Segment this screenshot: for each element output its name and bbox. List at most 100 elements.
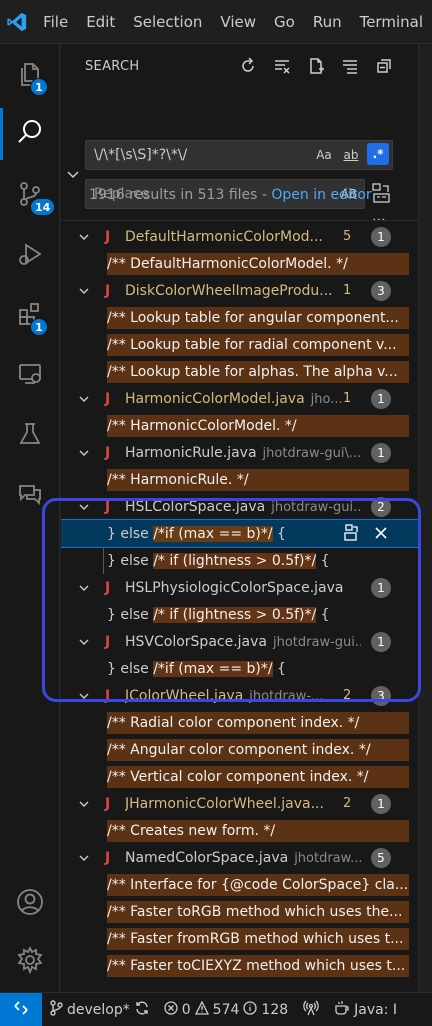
modified-count: 1: [343, 391, 352, 406]
result-match-row[interactable]: /** Lookup table for angular component..…: [61, 304, 418, 331]
remote-explorer-icon: [16, 360, 44, 392]
java-status-text: Java: I: [354, 1001, 398, 1018]
replace-icon[interactable]: [343, 524, 361, 542]
info-icon: [243, 1000, 258, 1019]
view-as-tree-icon[interactable]: [338, 54, 362, 78]
result-file-row[interactable]: J NamedColorSpace.java jhotdraw... 5: [61, 844, 418, 871]
accounts-button[interactable]: [0, 874, 60, 934]
result-match-row[interactable]: } else /* if (lightness > 0.5f)*/ {: [61, 601, 418, 628]
run-debug-button[interactable]: [0, 226, 60, 286]
match-text: /** HarmonicColorModel. */: [107, 414, 409, 437]
ports-status[interactable]: [295, 1000, 327, 1020]
chevron-down-icon[interactable]: [77, 230, 91, 244]
remote-explorer-button[interactable]: [0, 346, 60, 406]
explorer-button[interactable]: 1: [0, 46, 60, 106]
extensions-button[interactable]: 1: [0, 286, 60, 346]
result-match-row[interactable]: } else /*if (max == b)*/ {: [61, 519, 418, 548]
open-in-editor-link[interactable]: Open in editor: [271, 187, 371, 203]
result-file-row[interactable]: J DefaultHarmonicColorMod... 5 1: [61, 223, 418, 250]
run-debug-icon: [16, 240, 44, 272]
result-file-row[interactable]: J HSLPhysiologicColorSpace.java 1: [61, 574, 418, 601]
chevron-down-icon[interactable]: [77, 581, 91, 595]
menu-selection[interactable]: Selection: [124, 0, 211, 44]
result-file-row[interactable]: J JColorWheel.java jhotdraw-... 2 3: [61, 682, 418, 709]
match-prefix: } else: [107, 552, 154, 569]
chevron-down-icon[interactable]: [77, 284, 91, 298]
chevron-down-icon[interactable]: [77, 446, 91, 460]
status-bar: develop* 0 574 128 Java: I: [0, 992, 432, 1026]
result-match-row[interactable]: /** HarmonicRule. */: [61, 466, 418, 493]
broadcast-icon: [302, 1000, 320, 1020]
collapse-all-icon[interactable]: [372, 54, 396, 78]
refresh-icon[interactable]: [236, 54, 260, 78]
chevron-down-icon[interactable]: [77, 635, 91, 649]
menu-run[interactable]: Run: [304, 0, 351, 44]
result-match-row[interactable]: /** Creates new form. */: [61, 817, 418, 844]
file-path: jho...: [310, 391, 343, 407]
replace-all-icon[interactable]: [371, 182, 393, 206]
file-path: jhotdraw-gui...: [273, 634, 361, 650]
java-file-icon: J: [105, 849, 111, 866]
result-match-row[interactable]: /** Lookup table for radial component v.…: [61, 331, 418, 358]
chevron-down-icon[interactable]: [77, 500, 91, 514]
result-match-row[interactable]: /** Faster fromRGB method which uses t..…: [61, 925, 418, 952]
new-search-editor-icon[interactable]: [304, 54, 328, 78]
chevron-down-icon[interactable]: [77, 851, 91, 865]
java-file-icon: J: [105, 795, 111, 812]
manage-button[interactable]: [0, 932, 60, 992]
search-view-button[interactable]: [0, 104, 60, 164]
clear-results-icon[interactable]: [270, 54, 294, 78]
result-match-row[interactable]: /** Faster toCIEXYZ method which uses t.…: [61, 952, 418, 979]
source-control-button[interactable]: 14: [0, 166, 60, 226]
match-text: /** Lookup table for radial component v.…: [107, 333, 409, 356]
chevron-down-icon[interactable]: [77, 797, 91, 811]
result-match-row[interactable]: /** HarmonicColorModel. */: [61, 412, 418, 439]
sync-icon[interactable]: [134, 1000, 150, 1020]
result-match-row[interactable]: /** DefaultHarmonicColorModel. */: [61, 250, 418, 277]
result-file-row[interactable]: J JHarmonicColorWheel.java... 2 1: [61, 790, 418, 817]
result-file-row[interactable]: J DiskColorWheelImageProdu... 1 3: [61, 277, 418, 304]
flask-icon: [16, 420, 44, 452]
menu-go[interactable]: Go: [265, 0, 304, 44]
menu-file[interactable]: File: [34, 0, 77, 44]
result-match-row[interactable]: /** Interface for {@code ColorSpace} cla…: [61, 871, 418, 898]
remote-icon: [12, 999, 30, 1021]
menu-view[interactable]: View: [211, 0, 265, 44]
chat-button[interactable]: [0, 466, 60, 526]
file-label: JHarmonicColorWheel.java...: [125, 796, 361, 812]
match-text: /** DefaultHarmonicColorModel. */: [107, 252, 409, 275]
result-match-row[interactable]: /** Angular color component index. */: [61, 736, 418, 763]
match-count-badge: 1: [371, 442, 391, 463]
search-icon: [15, 117, 45, 151]
dismiss-icon[interactable]: [373, 525, 389, 541]
result-match-row[interactable]: } else /* if (lightness > 0.5f)*/ {: [61, 547, 418, 574]
result-match-row[interactable]: /** Faster toRGB method which uses the..…: [61, 898, 418, 925]
chevron-down-icon[interactable]: [77, 392, 91, 406]
menu-terminal[interactable]: Terminal: [351, 0, 432, 44]
toggle-replace-chevron-icon[interactable]: [65, 166, 81, 182]
result-file-row[interactable]: J HarmonicRule.java jhotdraw-gui\... 1: [61, 439, 418, 466]
result-file-row[interactable]: J HarmonicColorModel.java jho... 1 1: [61, 385, 418, 412]
result-file-row[interactable]: J HSVColorSpace.java jhotdraw-gui... 1: [61, 628, 418, 655]
match-count-badge: 3: [371, 685, 391, 706]
java-file-icon: J: [105, 579, 111, 596]
result-file-row[interactable]: J HSLColorSpace.java jhotdraw-gui... 2: [61, 493, 418, 520]
java-status[interactable]: Java: I: [327, 1000, 404, 1020]
file-name: HarmonicColorModel.java: [125, 390, 305, 407]
testing-button[interactable]: [0, 406, 60, 466]
modified-count: 2: [343, 688, 352, 703]
menu-edit[interactable]: Edit: [77, 0, 124, 44]
match-case-toggle[interactable]: Aa: [313, 144, 335, 166]
result-match-row[interactable]: /** Lookup table for alphas. The alpha v…: [61, 358, 418, 385]
result-match-row[interactable]: /** Radial color component index. */: [61, 709, 418, 736]
regex-toggle[interactable]: .*: [367, 143, 389, 165]
problems-status[interactable]: 0 574 128: [157, 1000, 295, 1019]
chevron-down-icon[interactable]: [77, 689, 91, 703]
result-match-row[interactable]: /** Vertical color component index. */: [61, 763, 418, 790]
result-match-row[interactable]: } else /*if (max == b)*/ {: [61, 655, 418, 682]
vscode-logo-icon[interactable]: [0, 0, 34, 44]
java-file-icon: J: [105, 228, 111, 245]
whole-word-toggle[interactable]: ab: [339, 144, 363, 166]
remote-indicator[interactable]: [0, 992, 42, 1026]
branch-status[interactable]: develop*: [42, 999, 157, 1020]
